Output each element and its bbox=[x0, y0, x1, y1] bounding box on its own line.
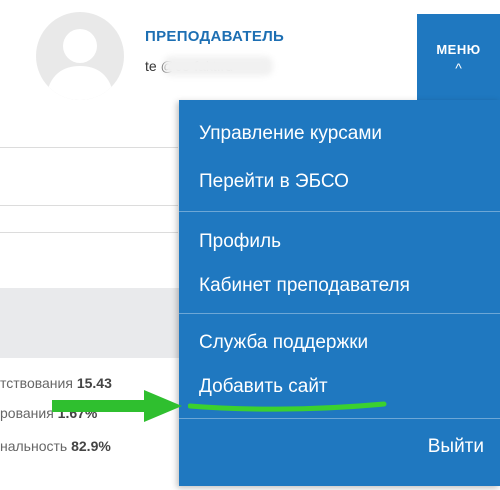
menu-button-label: МЕНЮ bbox=[436, 42, 481, 57]
logout-button[interactable]: Выйти bbox=[428, 436, 484, 458]
menu-separator bbox=[179, 211, 500, 212]
menu-separator bbox=[179, 418, 500, 419]
menu-item-teacher-cabinet[interactable]: Кабинет преподавателя bbox=[199, 275, 410, 297]
menu-separator bbox=[179, 313, 500, 314]
menu-item-support[interactable]: Служба поддержки bbox=[199, 332, 368, 354]
green-underline-annotation bbox=[188, 401, 387, 412]
stat-value: 82.9% bbox=[71, 438, 111, 454]
divider bbox=[0, 205, 178, 206]
email-redaction bbox=[163, 56, 273, 76]
page: ПРЕПОДАВАТЕЛЬ te @co-fakt.ru МЕНЮ ^ тств… bbox=[0, 0, 500, 490]
green-arrow-annotation bbox=[52, 390, 182, 422]
divider bbox=[0, 232, 178, 233]
stat-label: рования bbox=[0, 405, 54, 421]
stat-row: нальность 82.9% bbox=[0, 438, 111, 454]
dropdown-menu: Управление курсами Перейти в ЭБСО Профил… bbox=[179, 100, 500, 486]
menu-item-profile[interactable]: Профиль bbox=[199, 231, 281, 253]
user-role: ПРЕПОДАВАТЕЛЬ bbox=[145, 28, 285, 45]
user-silhouette-icon bbox=[46, 29, 114, 100]
menu-button[interactable]: МЕНЮ ^ bbox=[417, 14, 500, 100]
menu-item-course-management[interactable]: Управление курсами bbox=[199, 123, 382, 145]
avatar[interactable] bbox=[36, 12, 124, 100]
menu-item-ebso[interactable]: Перейти в ЭБСО bbox=[199, 171, 349, 193]
chevron-up-icon: ^ bbox=[455, 60, 462, 76]
stat-label: нальность bbox=[0, 438, 68, 454]
divider bbox=[0, 147, 178, 148]
stats-header-band bbox=[0, 288, 180, 358]
